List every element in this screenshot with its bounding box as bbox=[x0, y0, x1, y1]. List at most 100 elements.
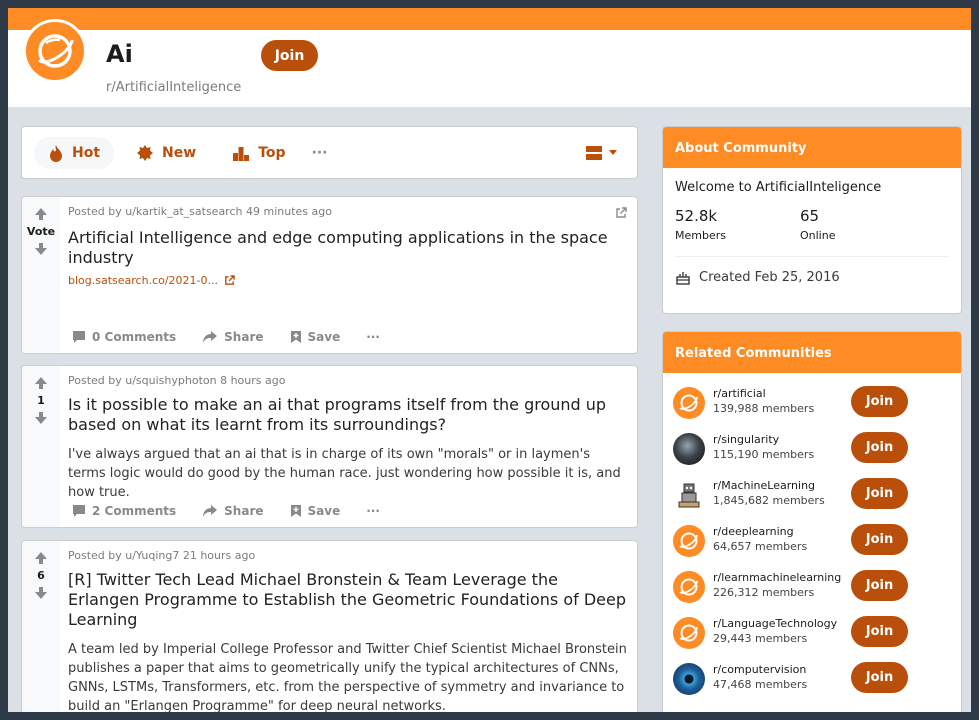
community-row[interactable]: r/LanguageTechnology 29,443 members Join bbox=[663, 611, 961, 657]
comments-button[interactable]: 2 Comments bbox=[68, 501, 180, 521]
post-card[interactable]: Vote Posted by u/kartik_at_satsearch 49 … bbox=[21, 196, 638, 354]
divider bbox=[675, 256, 949, 257]
community-row[interactable]: r/artificial 139,988 members Join bbox=[663, 381, 961, 427]
community-join-button[interactable]: Join bbox=[851, 524, 908, 555]
community-name[interactable]: r/LanguageTechnology bbox=[713, 617, 837, 630]
community-join-button[interactable]: Join bbox=[851, 478, 908, 509]
about-community-card: About Community Welcome to ArtificialInt… bbox=[662, 126, 962, 314]
share-icon bbox=[203, 505, 218, 517]
sort-top-button[interactable]: Top bbox=[218, 137, 299, 169]
online-label: Online bbox=[800, 229, 836, 242]
comments-button[interactable]: 0 Comments bbox=[68, 327, 180, 347]
community-row[interactable]: r/learnmachinelearning 226,312 members J… bbox=[663, 565, 961, 611]
more-options-button[interactable]: ··· bbox=[362, 501, 384, 521]
community-name[interactable]: r/computervision bbox=[713, 663, 806, 676]
community-members: 139,988 members bbox=[713, 402, 815, 415]
post-meta[interactable]: Posted by u/squishyphoton 8 hours ago bbox=[68, 374, 627, 387]
members-stat: 52.8k Members bbox=[675, 207, 800, 242]
community-stats: 52.8k Members 65 Online bbox=[675, 207, 949, 242]
post-meta[interactable]: Posted by u/Yuqing7 21 hours ago bbox=[68, 549, 627, 562]
community-header: Ai r/ArtificialInteligence Join bbox=[8, 19, 971, 107]
related-communities-card: Related Communities r/artificial 139,988… bbox=[662, 331, 962, 712]
external-link-icon bbox=[225, 275, 235, 285]
robot-illustration-icon bbox=[673, 479, 705, 511]
vote-column: Vote bbox=[22, 197, 60, 353]
created-date: Created Feb 25, 2016 bbox=[675, 269, 949, 285]
upvote-icon[interactable] bbox=[34, 207, 48, 221]
bookmark-icon bbox=[290, 505, 301, 517]
community-description: Welcome to ArtificialInteligence bbox=[675, 180, 882, 195]
community-members: 1,845,682 members bbox=[713, 494, 825, 507]
sort-hot-button[interactable]: Hot bbox=[34, 136, 115, 169]
post-text: A team led by Imperial College Professor… bbox=[68, 642, 627, 712]
vote-column: 6 bbox=[22, 541, 60, 712]
app-frame: Ai r/ArtificialInteligence Join Hot New … bbox=[8, 8, 971, 712]
community-row[interactable]: r/deeplearning 64,657 members Join bbox=[663, 519, 961, 565]
external-link-icon[interactable] bbox=[615, 207, 627, 219]
planet-icon bbox=[37, 34, 74, 68]
community-banner bbox=[8, 8, 971, 30]
online-count: 65 bbox=[800, 207, 820, 225]
downvote-icon[interactable] bbox=[34, 586, 48, 600]
post-title[interactable]: [R] Twitter Tech Lead Michael Bronstein … bbox=[68, 570, 627, 630]
comments-label: 2 Comments bbox=[92, 504, 177, 518]
sort-new-label: New bbox=[162, 144, 197, 161]
share-label: Share bbox=[224, 504, 264, 518]
share-button[interactable]: Share bbox=[198, 327, 267, 347]
vote-count: Vote bbox=[26, 225, 56, 238]
share-button[interactable]: Share bbox=[198, 501, 267, 521]
join-button[interactable]: Join bbox=[261, 40, 318, 71]
upvote-icon[interactable] bbox=[34, 551, 48, 565]
vote-count: 6 bbox=[37, 569, 45, 582]
community-name[interactable]: r/MachineLearning bbox=[713, 479, 815, 492]
community-join-button[interactable]: Join bbox=[851, 616, 908, 647]
community-row[interactable]: r/singularity 115,190 members Join bbox=[663, 427, 961, 473]
downvote-icon[interactable] bbox=[34, 242, 48, 256]
post-card[interactable]: 6 Posted by u/Yuqing7 21 hours ago [R] T… bbox=[21, 540, 638, 712]
post-link-text: blog.satsearch.co/2021-0... bbox=[68, 274, 219, 287]
save-label: Save bbox=[307, 504, 341, 518]
cake-icon bbox=[676, 272, 690, 285]
comments-label: 0 Comments bbox=[92, 330, 177, 344]
community-name[interactable]: r/singularity bbox=[713, 433, 779, 446]
community-row[interactable]: r/computervision 47,468 members Join bbox=[663, 657, 961, 703]
community-name[interactable]: r/artificial bbox=[713, 387, 766, 400]
about-community-header: About Community bbox=[663, 127, 961, 168]
share-icon bbox=[203, 331, 218, 343]
post-actions: 0 Comments Share Save ··· bbox=[68, 327, 384, 347]
downvote-icon[interactable] bbox=[34, 411, 48, 425]
sort-new-button[interactable]: New bbox=[122, 137, 210, 169]
eye-logo-icon bbox=[673, 663, 705, 695]
podium-icon bbox=[233, 146, 250, 161]
planet-logo-icon bbox=[673, 617, 705, 649]
post-card[interactable]: 1 Posted by u/squishyphoton 8 hours ago … bbox=[21, 365, 638, 528]
sort-top-label: Top bbox=[258, 144, 286, 161]
community-row[interactable]: r/MachineLearning 1,845,682 members Join bbox=[663, 473, 961, 519]
community-name: r/ArtificialInteligence bbox=[106, 80, 242, 95]
save-button[interactable]: Save bbox=[286, 501, 345, 521]
post-link[interactable]: blog.satsearch.co/2021-0... bbox=[68, 274, 235, 287]
community-join-button[interactable]: Join bbox=[851, 662, 908, 693]
post-meta[interactable]: Posted by u/kartik_at_satsearch 49 minut… bbox=[68, 205, 627, 218]
community-avatar bbox=[23, 19, 87, 83]
community-name[interactable]: r/deeplearning bbox=[713, 525, 794, 538]
upvote-icon[interactable] bbox=[34, 376, 48, 390]
planet-logo-icon bbox=[673, 387, 705, 419]
chevron-down-icon bbox=[609, 149, 617, 155]
save-button[interactable]: Save bbox=[286, 327, 345, 347]
community-name[interactable]: r/learnmachinelearning bbox=[713, 571, 841, 584]
community-join-button[interactable]: Join bbox=[851, 570, 908, 601]
sort-more-button[interactable]: ··· bbox=[312, 145, 328, 161]
more-options-button[interactable]: ··· bbox=[362, 327, 384, 347]
community-join-button[interactable]: Join bbox=[851, 386, 908, 417]
sort-bar: Hot New Top ··· bbox=[21, 126, 638, 179]
share-label: Share bbox=[224, 330, 264, 344]
bookmark-icon bbox=[290, 331, 301, 343]
members-label: Members bbox=[675, 229, 726, 242]
save-label: Save bbox=[307, 330, 341, 344]
layout-toggle-button[interactable] bbox=[585, 145, 617, 161]
post-title[interactable]: Artificial Intelligence and edge computi… bbox=[68, 228, 627, 268]
community-join-button[interactable]: Join bbox=[851, 432, 908, 463]
community-members: 226,312 members bbox=[713, 586, 815, 599]
post-title[interactable]: Is it possible to make an ai that progra… bbox=[68, 395, 627, 435]
